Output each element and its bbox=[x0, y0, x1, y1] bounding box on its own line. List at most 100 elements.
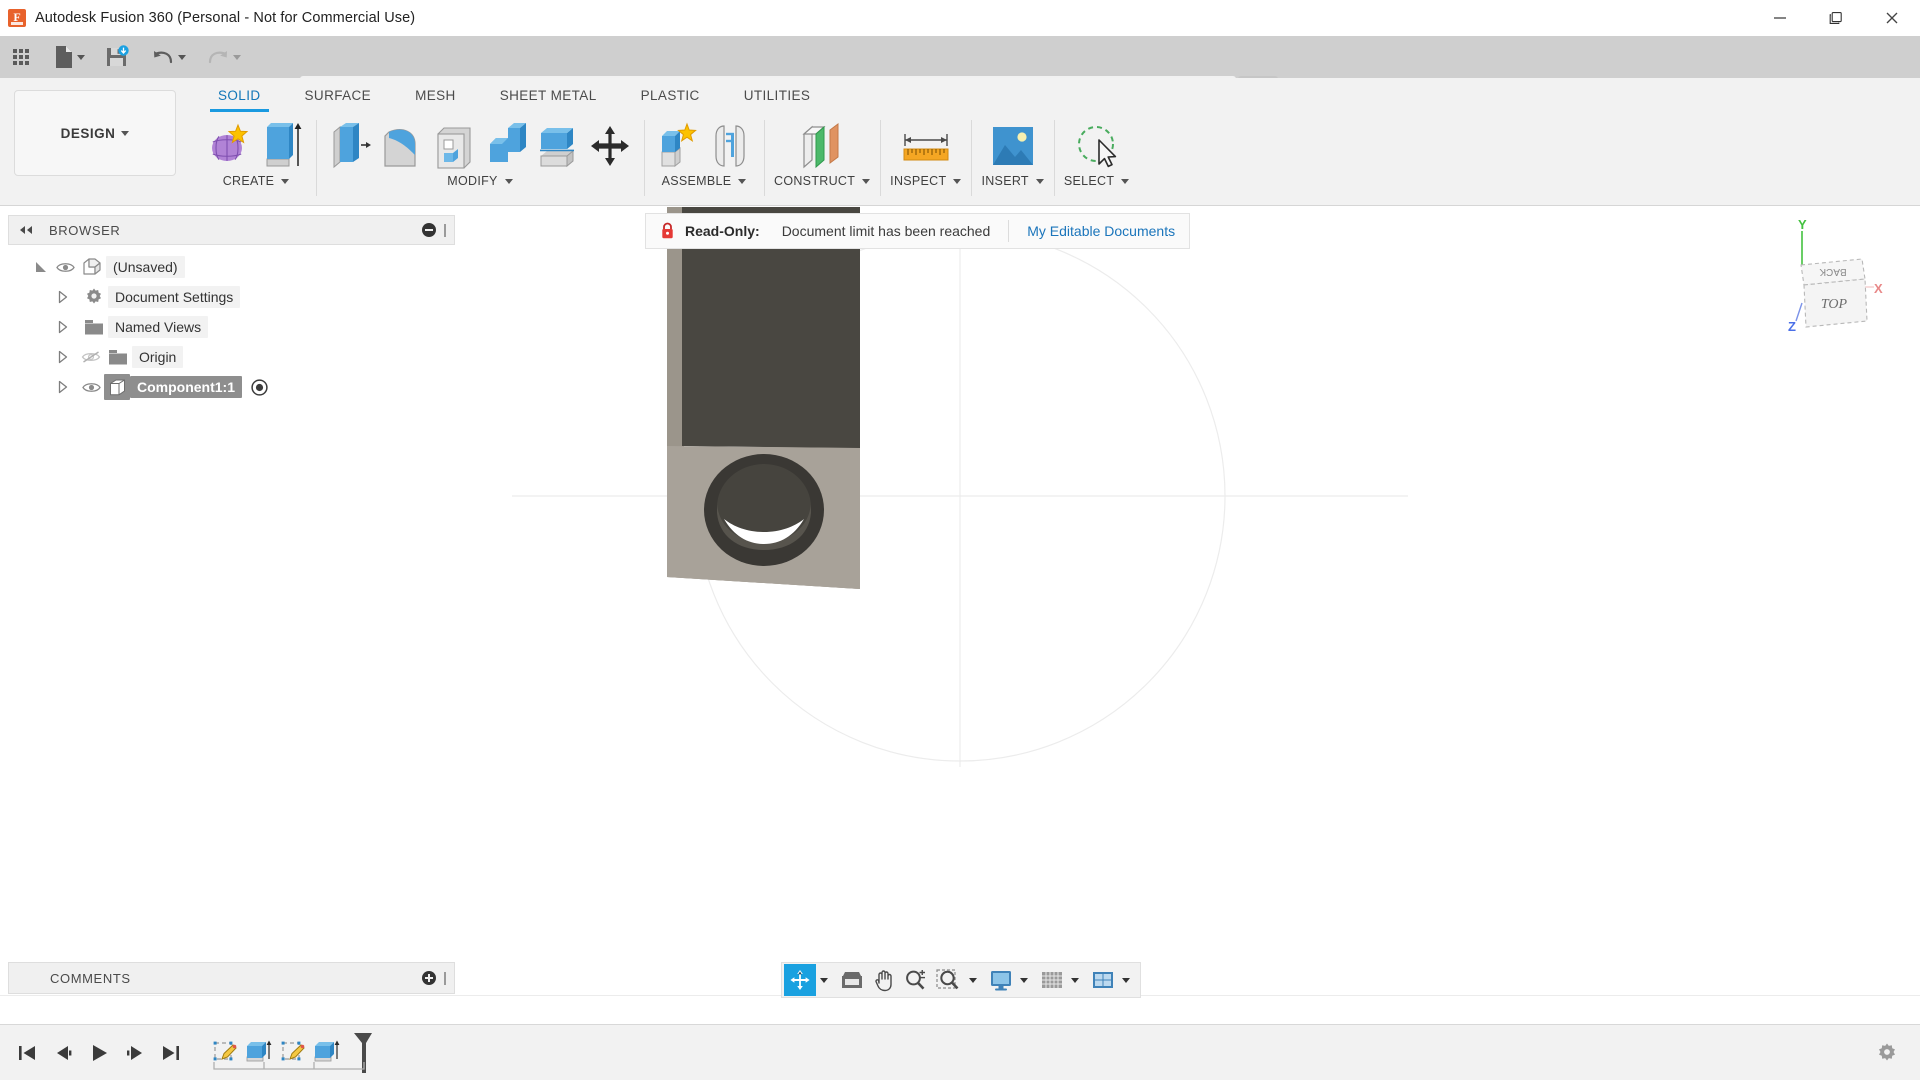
ruler-measure-icon bbox=[900, 124, 952, 168]
zoom-window-button[interactable] bbox=[932, 964, 966, 996]
pan-button[interactable] bbox=[868, 964, 900, 996]
resize-grip-icon[interactable] bbox=[444, 223, 446, 237]
timeline-settings-button[interactable] bbox=[1876, 1042, 1898, 1064]
new-component-star-icon bbox=[656, 122, 700, 170]
minus-circle-icon[interactable] bbox=[422, 223, 436, 237]
sketch-sphere-star-icon bbox=[208, 123, 252, 169]
maximize-button[interactable] bbox=[1808, 0, 1864, 36]
move-copy-tool[interactable] bbox=[586, 120, 634, 172]
expand-triangle-right-icon[interactable] bbox=[52, 290, 74, 304]
go-to-beginning-button[interactable] bbox=[12, 1038, 42, 1068]
move-arrows-icon bbox=[589, 125, 631, 167]
new-document-button[interactable] bbox=[50, 40, 89, 74]
measure-tool[interactable] bbox=[897, 120, 955, 172]
panel-insert: INSERT bbox=[971, 114, 1053, 202]
comments-panel-header[interactable]: COMMENTS bbox=[8, 962, 455, 994]
redo-button[interactable] bbox=[202, 40, 245, 74]
insert-image-tool[interactable] bbox=[986, 120, 1040, 172]
panel-select-label[interactable]: SELECT bbox=[1064, 174, 1130, 188]
expand-triangle-right-icon[interactable] bbox=[52, 320, 74, 334]
expand-triangle-down-icon[interactable] bbox=[30, 260, 52, 274]
folder-icon bbox=[80, 318, 108, 336]
comments-title: COMMENTS bbox=[50, 970, 131, 986]
panel-assemble-label[interactable]: ASSEMBLE bbox=[662, 174, 747, 188]
minimize-button[interactable] bbox=[1752, 0, 1808, 36]
panel-inspect-label[interactable]: INSPECT bbox=[890, 174, 962, 188]
window-controls bbox=[1752, 0, 1920, 36]
zoom-button[interactable] bbox=[900, 964, 932, 996]
lasso-cursor-icon bbox=[1072, 123, 1122, 169]
browser-node-named-views[interactable]: Named Views bbox=[8, 312, 455, 342]
chevron-down-icon bbox=[77, 54, 85, 60]
select-tool[interactable] bbox=[1069, 120, 1125, 172]
resize-grip-icon[interactable] bbox=[444, 971, 446, 985]
undo-button[interactable] bbox=[147, 40, 190, 74]
tab-utilities[interactable]: UTILITIES bbox=[722, 80, 833, 110]
orbit-button[interactable] bbox=[784, 964, 816, 996]
red-lock-icon bbox=[660, 222, 675, 240]
view-cube[interactable]: Y X Z BACK TOP bbox=[1770, 215, 1900, 335]
go-to-end-button[interactable] bbox=[156, 1038, 186, 1068]
close-button[interactable] bbox=[1864, 0, 1920, 36]
file-icon bbox=[54, 45, 74, 69]
app-grid-button[interactable] bbox=[6, 40, 36, 74]
read-only-label: Read-Only: bbox=[685, 223, 760, 239]
chevron-down-icon bbox=[738, 178, 747, 184]
browser-node-document-settings[interactable]: Document Settings bbox=[8, 282, 455, 312]
double-left-arrow-icon[interactable] bbox=[17, 225, 35, 235]
tab-plastic[interactable]: PLASTIC bbox=[619, 80, 722, 110]
viewports-button[interactable] bbox=[1087, 964, 1119, 996]
press-pull-tool[interactable] bbox=[326, 120, 374, 172]
combine-tool[interactable] bbox=[482, 120, 530, 172]
grid-snaps-button[interactable] bbox=[1036, 964, 1068, 996]
visibility-eye-icon[interactable] bbox=[52, 261, 78, 274]
shell-tool[interactable] bbox=[430, 120, 478, 172]
joint-icon bbox=[707, 122, 753, 170]
browser-node-unsaved[interactable]: (Unsaved) bbox=[8, 252, 455, 282]
visibility-eye-hidden-icon[interactable] bbox=[78, 350, 104, 364]
expand-triangle-right-icon[interactable] bbox=[52, 350, 74, 364]
fillet-tool[interactable] bbox=[378, 120, 426, 172]
construct-plane-tool[interactable] bbox=[791, 120, 853, 172]
new-component-tool[interactable] bbox=[654, 120, 702, 172]
split-face-tool[interactable] bbox=[534, 120, 582, 172]
plus-circle-icon[interactable] bbox=[422, 971, 436, 985]
fit-view-button[interactable] bbox=[836, 964, 868, 996]
workspace-selector[interactable]: DESIGN bbox=[14, 90, 176, 176]
joint-tool[interactable] bbox=[706, 120, 754, 172]
bracket-body-surfaces bbox=[667, 207, 860, 589]
expand-triangle-right-icon[interactable] bbox=[52, 380, 74, 394]
chevron-down-icon[interactable] bbox=[1020, 977, 1028, 983]
browser-node-component1[interactable]: Component1:1 bbox=[8, 372, 455, 402]
tab-sheet-metal[interactable]: SHEET METAL bbox=[478, 80, 619, 110]
chevron-down-icon[interactable] bbox=[1122, 977, 1130, 983]
browser-node-origin[interactable]: Origin bbox=[8, 342, 455, 372]
fusion-logo-icon: F bbox=[8, 9, 26, 27]
panel-create-label[interactable]: CREATE bbox=[223, 174, 290, 188]
tab-solid[interactable]: SOLID bbox=[196, 80, 283, 112]
display-settings-button[interactable] bbox=[985, 964, 1017, 996]
step-forward-button[interactable] bbox=[120, 1038, 150, 1068]
step-back-button[interactable] bbox=[48, 1038, 78, 1068]
my-editable-documents-link[interactable]: My Editable Documents bbox=[1027, 223, 1175, 239]
chevron-down-icon[interactable] bbox=[820, 977, 828, 983]
play-button[interactable] bbox=[84, 1038, 114, 1068]
tab-mesh[interactable]: MESH bbox=[393, 80, 478, 110]
browser-header: BROWSER bbox=[8, 215, 455, 245]
chevron-down-icon[interactable] bbox=[1071, 977, 1079, 983]
combine-icon bbox=[484, 122, 528, 170]
chevron-down-icon bbox=[281, 178, 290, 184]
panel-construct-label[interactable]: CONSTRUCT bbox=[774, 174, 871, 188]
activate-radio-icon[interactable] bbox=[251, 378, 268, 396]
viewport-canvas[interactable] bbox=[456, 207, 1920, 995]
create-sketch-tool[interactable] bbox=[206, 120, 254, 172]
visibility-eye-icon[interactable] bbox=[78, 381, 104, 394]
chevron-down-icon[interactable] bbox=[969, 977, 977, 983]
extrude-tool[interactable] bbox=[258, 120, 306, 172]
panel-modify-label[interactable]: MODIFY bbox=[447, 174, 513, 188]
save-button[interactable] bbox=[101, 40, 133, 74]
split-face-icon bbox=[535, 122, 581, 170]
panel-insert-label[interactable]: INSERT bbox=[981, 174, 1044, 188]
tab-surface[interactable]: SURFACE bbox=[283, 80, 394, 110]
chevron-down-icon bbox=[504, 178, 513, 184]
